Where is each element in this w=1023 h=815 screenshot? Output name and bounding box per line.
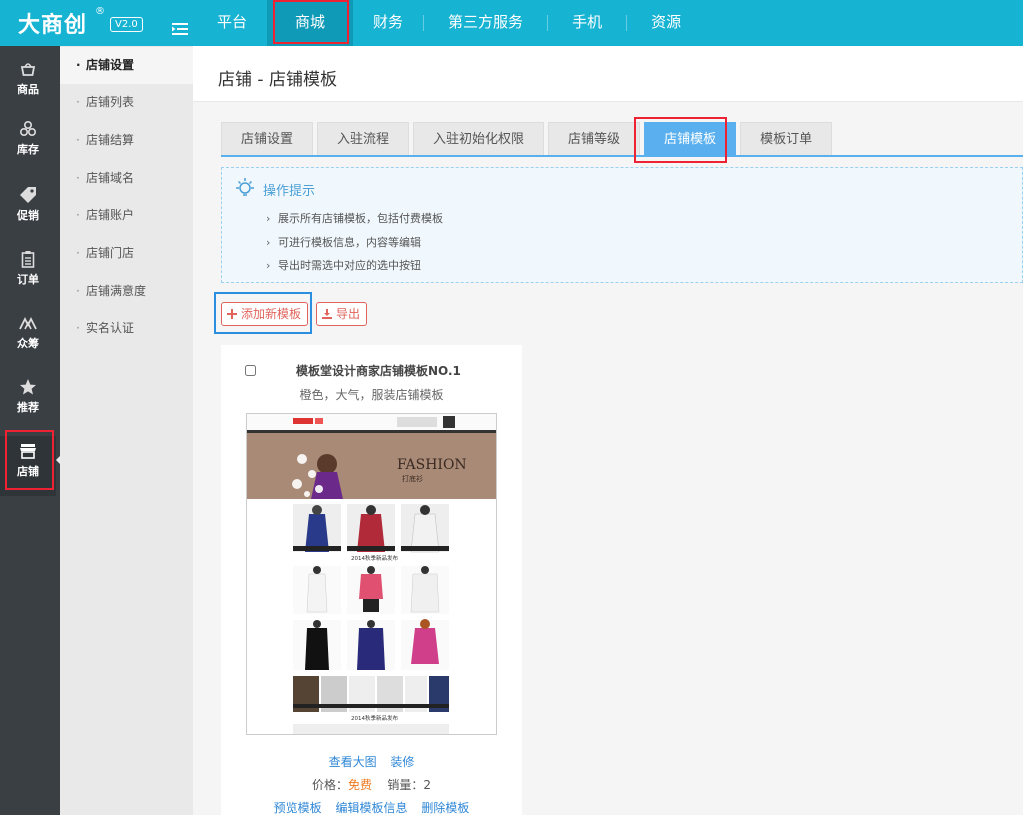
main-content: 店铺 - 店铺模板 店铺设置 入驻流程 入驻初始化权限 店铺等级 店铺模板 模板… [193, 46, 1023, 815]
menu-collapse-icon[interactable] [172, 23, 188, 35]
decorate-link[interactable]: 装修 [390, 755, 414, 769]
icon-sidebar-stock[interactable]: 库存 [0, 114, 56, 174]
price-label: 价格： [312, 778, 349, 792]
icon-sidebar-goods[interactable]: 商品 [0, 54, 56, 114]
sub-sidebar: 店铺设置 店铺列表 店铺结算 店铺域名 店铺账户 店铺门店 店铺满意度 实名认证 [60, 46, 193, 815]
operation-tips: 操作提示 展示所有店铺模板，包括付费模板 可进行模板信息，内容等编辑 导出时需选… [221, 167, 1023, 283]
icon-sidebar-label: 商品 [17, 83, 39, 96]
sub-item-store-outlets[interactable]: 店铺门店 [60, 235, 193, 272]
icon-sidebar-label: 订单 [17, 273, 39, 286]
sub-item-real-name[interactable]: 实名认证 [60, 310, 193, 347]
banner-sub-text: 打底衫 [402, 474, 423, 483]
template-thumbnail[interactable]: FASHION 打底衫 2014秋季新品发布 2014秋季新品发布 [246, 413, 497, 735]
download-icon [322, 309, 332, 319]
tab-underline [221, 155, 1023, 157]
template-links-top: 查看大图 装修 [221, 753, 522, 770]
sub-item-store-domain[interactable]: 店铺域名 [60, 160, 193, 197]
tab-store-settings[interactable]: 店铺设置 [221, 122, 314, 155]
tips-item: 展示所有店铺模板，包括付费模板 [266, 207, 443, 231]
version-badge: V2.0 [110, 17, 143, 32]
icon-sidebar-label: 库存 [17, 143, 39, 156]
icon-sidebar-store[interactable]: 店铺 [0, 436, 56, 496]
basket-icon [20, 63, 36, 76]
tips-list: 展示所有店铺模板，包括付费模板 可进行模板信息，内容等编辑 导出时需选中对应的选… [266, 207, 443, 278]
template-card: 模板堂设计商家店铺模板NO.1 橙色，大气，服装店铺模板 FASHION 打底衫… [221, 345, 522, 815]
top-bar: 大商创 ® V2.0 平台 商城 财务 第三方服务 手机 资源 [0, 0, 1023, 46]
add-template-button[interactable]: 添加新模板 [221, 302, 309, 326]
top-nav-mall[interactable]: 商城 [267, 0, 354, 46]
plus-icon [227, 309, 237, 319]
icon-sidebar-orders[interactable]: 订单 [0, 244, 56, 304]
export-label: 导出 [336, 307, 361, 321]
icon-sidebar-label: 推荐 [17, 401, 39, 414]
tab-template-orders[interactable]: 模板订单 [740, 122, 833, 155]
sub-item-store-satisfaction[interactable]: 店铺满意度 [60, 273, 193, 310]
price-value: 免费 [348, 778, 373, 792]
boxes-icon [19, 120, 37, 137]
top-nav-resources[interactable]: 资源 [627, 0, 705, 46]
lightbulb-icon [236, 178, 254, 196]
crowdfund-icon [19, 316, 37, 330]
top-nav-finance[interactable]: 财务 [353, 0, 423, 46]
delete-template-link[interactable]: 删除模板 [421, 801, 469, 815]
section-title-2: 2014秋季新品发布 [351, 714, 398, 722]
logo-registered-mark: ® [95, 6, 105, 17]
tips-item: 可进行模板信息，内容等编辑 [266, 231, 443, 255]
export-button[interactable]: 导出 [316, 302, 368, 326]
sub-item-store-list[interactable]: 店铺列表 [60, 84, 193, 121]
icon-sidebar: 商品 库存 促销 订单 众筹 推荐 店铺 [0, 46, 62, 815]
icon-sidebar-label: 店铺 [17, 465, 39, 478]
sales-value: 2 [423, 778, 431, 792]
top-nav-third-party[interactable]: 第三方服务 [424, 0, 547, 46]
banner-brand-text: FASHION [397, 457, 467, 473]
page-title: 店铺 - 店铺模板 [218, 70, 337, 90]
view-large-image-link[interactable]: 查看大图 [329, 755, 377, 769]
tab-store-grade[interactable]: 店铺等级 [548, 122, 641, 155]
icon-sidebar-recommend[interactable]: 推荐 [0, 372, 56, 432]
preview-template-link[interactable]: 预览模板 [274, 801, 322, 815]
template-preview-image: FASHION 打底衫 2014秋季新品发布 2014秋季新品发布 [247, 414, 496, 734]
page-header: 店铺 - 店铺模板 [193, 46, 1023, 102]
logo[interactable]: 大商创 [18, 7, 87, 39]
tips-item: 导出时需选中对应的选中按钮 [266, 254, 443, 278]
tab-entry-process[interactable]: 入驻流程 [317, 122, 410, 155]
sub-item-store-settings[interactable]: 店铺设置 [60, 47, 193, 84]
template-links-bottom: 预览模板 编辑模板信息 删除模板 [221, 799, 522, 815]
sub-item-store-settlement[interactable]: 店铺结算 [60, 122, 193, 159]
clipboard-icon [21, 251, 35, 268]
add-template-label: 添加新模板 [241, 307, 302, 321]
tips-title: 操作提示 [263, 184, 316, 199]
top-nav-mobile[interactable]: 手机 [548, 0, 626, 46]
sub-item-store-account[interactable]: 店铺账户 [60, 197, 193, 234]
icon-sidebar-label: 促销 [17, 209, 39, 222]
template-select-checkbox[interactable] [245, 365, 256, 376]
top-nav: 平台 商城 财务 第三方服务 手机 资源 [197, 0, 705, 46]
tab-store-templates[interactable]: 店铺模板 [644, 122, 737, 155]
tag-icon [20, 187, 36, 203]
store-icon [20, 444, 36, 459]
icon-sidebar-crowdfund[interactable]: 众筹 [0, 308, 56, 368]
star-icon [20, 379, 36, 395]
template-title: 模板堂设计商家店铺模板NO.1 [296, 364, 461, 378]
template-meta: 价格：免费 销量：2 [221, 776, 522, 793]
edit-template-info-link[interactable]: 编辑模板信息 [335, 801, 407, 815]
icon-sidebar-promotion[interactable]: 促销 [0, 180, 56, 240]
tab-bar: 店铺设置 入驻流程 入驻初始化权限 店铺等级 店铺模板 模板订单 [221, 122, 836, 155]
sales-label: 销量： [387, 778, 424, 792]
icon-sidebar-label: 众筹 [17, 337, 39, 350]
top-nav-platform[interactable]: 平台 [197, 0, 267, 46]
template-description: 橙色，大气，服装店铺模板 [299, 388, 444, 402]
section-title-1: 2014秋季新品发布 [351, 554, 398, 562]
tab-entry-permissions[interactable]: 入驻初始化权限 [413, 122, 545, 155]
